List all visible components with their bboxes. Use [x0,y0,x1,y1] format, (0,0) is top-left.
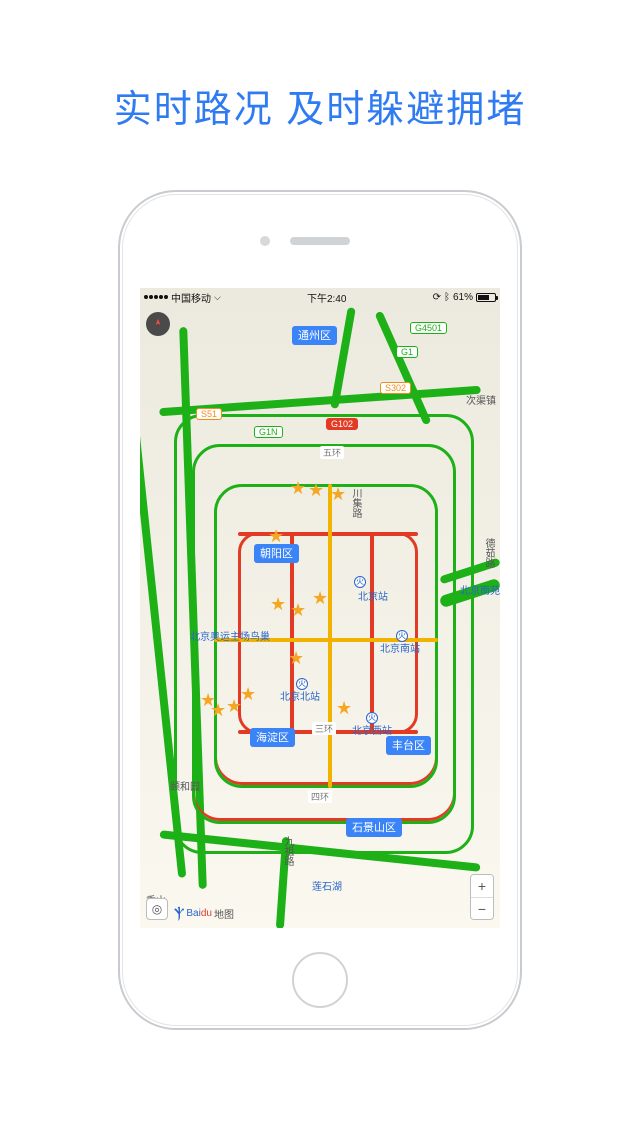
phone-screen: 中国移动 ⌵ 下午2:40 ⟳ ᛒ 61% [140,288,500,928]
star-icon: ★ [290,478,306,499]
district-tongzhou: 通州区 [292,326,337,345]
compass-button[interactable] [146,312,170,336]
ring-label-3: 三环 [312,722,336,735]
zoom-out-button[interactable]: − [471,897,493,919]
marketing-headline: 实时路况 及时躲避拥堵 [0,78,640,133]
star-icon: ★ [308,480,324,501]
place-chuanju: 川集路 [348,488,363,518]
star-icon: ★ [200,690,216,711]
locate-button[interactable]: ◎ [146,898,168,920]
status-time: 下午2:40 [307,290,346,305]
battery-icon [476,293,496,302]
star-icon: ★ [268,526,284,547]
road-tag-g4501: G4501 [410,322,447,334]
star-icon: ★ [336,698,352,719]
place-deru: 德茹路 [481,538,496,568]
orientation-lock-icon: ⟳ [433,292,441,303]
road-tag-s302: S302 [380,382,411,394]
target-icon: ◎ [152,902,162,916]
metro-icon: 火 [396,630,408,642]
road [331,308,354,408]
star-icon: ★ [312,588,328,609]
road-congested [370,532,374,732]
phone-camera [260,236,270,246]
carrier-label: 中国移动 [171,290,211,305]
road-tag-g102: G102 [326,418,358,430]
zoom-controls: + − [470,874,494,920]
metro-icon: 火 [366,712,378,724]
place-xiz: 北京西站 [352,722,392,737]
star-icon: ★ [240,684,256,705]
star-icon: ★ [226,696,242,717]
metro-icon: 火 [296,678,308,690]
baidu-map-logo: Ⲯ Baidu 地图 [174,905,234,922]
place-beijingzhan: 北京站 [358,588,388,603]
paw-icon: Ⲯ [174,905,184,922]
star-icon: ★ [288,648,304,669]
battery-percent: 61% [453,292,473,303]
map-canvas[interactable]: G4501 G1 S302 S51 G1N G102 通州区 朝阳区 海淀区 丰… [140,288,500,928]
baidu-sub: 地图 [214,906,234,921]
place-beiz: 北京北站 [280,688,320,703]
star-icon: ★ [290,600,306,621]
metro-icon: 火 [354,576,366,588]
ring-label-4: 四环 [308,790,332,803]
district-haidian: 海淀区 [250,728,295,747]
status-bar: 中国移动 ⌵ 下午2:40 ⟳ ᛒ 61% [140,288,500,306]
ring-label-5: 五环 [320,446,344,459]
star-icon: ★ [270,594,286,615]
place-yiheyuan: 颐和园 [170,778,200,793]
road-tag-s51: S51 [196,408,222,420]
wifi-icon: ⌵ [214,292,221,303]
road-tag-g1: G1 [396,346,418,358]
zoom-in-button[interactable]: + [471,875,493,897]
home-button[interactable] [292,952,348,1008]
place-nanyuan: 北京南苑 [460,582,500,597]
phone-speaker [290,237,350,245]
road-tag-g1n: G1N [254,426,283,438]
phone-frame: 中国移动 ⌵ 下午2:40 ⟳ ᛒ 61% [118,190,522,1030]
baidu-brand: Baidu [186,908,212,919]
bluetooth-icon: ᛒ [444,292,450,303]
place-nanz: 北京南站 [380,640,420,655]
signal-dots-icon [144,295,168,299]
place-lianshi: 莲石湖 [312,878,342,893]
place-cixi: 次渠镇 [466,392,496,407]
place-olympics: 北京奥运主场鸟巢 [190,628,246,643]
district-shijingshan: 石景山区 [346,818,402,837]
place-jiuzu: 九祖路 [280,836,295,866]
road-slow [328,484,332,788]
district-fengtai: 丰台区 [386,736,431,755]
compass-icon [151,317,165,331]
star-icon: ★ [330,484,346,505]
